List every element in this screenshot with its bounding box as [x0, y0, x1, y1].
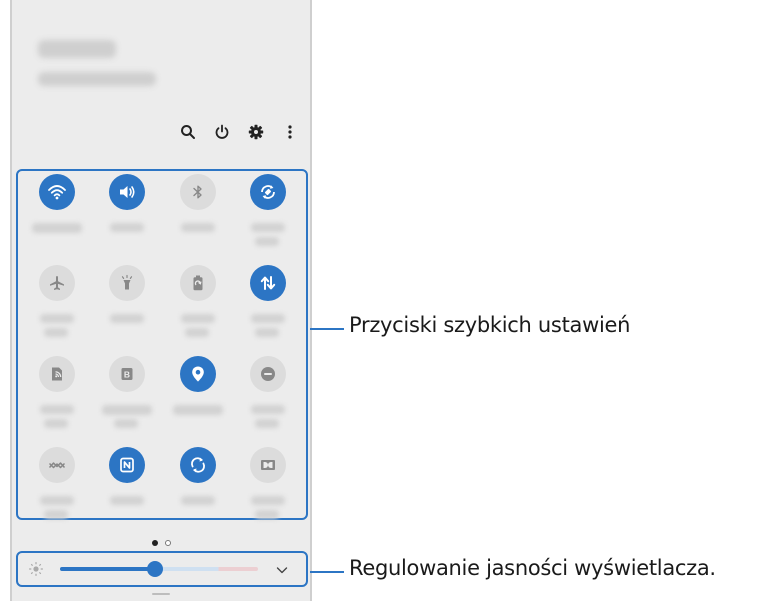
- data-saver-icon[interactable]: [39, 447, 75, 483]
- more-vert-icon[interactable]: [278, 120, 302, 144]
- power-saving-icon[interactable]: [180, 265, 216, 301]
- power-icon[interactable]: [210, 120, 234, 144]
- svg-text:B: B: [124, 370, 130, 380]
- sun-icon: [28, 561, 44, 577]
- do-not-disturb-icon[interactable]: [250, 356, 286, 392]
- callout-quick-buttons: Przyciski szybkich ustawień: [349, 313, 631, 337]
- flashlight-icon[interactable]: [109, 265, 145, 301]
- sync-icon[interactable]: [180, 447, 216, 483]
- wifi-icon[interactable]: [39, 174, 75, 210]
- search-icon[interactable]: [176, 120, 200, 144]
- mobile-hotspot-icon[interactable]: [39, 356, 75, 392]
- bluetooth-icon[interactable]: [180, 174, 216, 210]
- page-dot-inactive[interactable]: [165, 540, 171, 546]
- chevron-down-icon[interactable]: [274, 562, 290, 578]
- mobile-data-icon[interactable]: [250, 265, 286, 301]
- callout-brightness: Regulowanie jasności wyświetlacza.: [349, 556, 716, 580]
- nfc-icon[interactable]: [109, 447, 145, 483]
- slider-fill: [60, 567, 156, 571]
- top-icon-bar: [172, 118, 312, 146]
- brightness-slider[interactable]: [60, 561, 258, 577]
- navigation-handle[interactable]: [152, 593, 170, 595]
- page-dot-active[interactable]: [152, 540, 158, 546]
- airplane-icon[interactable]: [39, 265, 75, 301]
- slider-thumb[interactable]: [147, 561, 164, 577]
- gear-icon[interactable]: [244, 120, 268, 144]
- callout-line-brightness: [310, 571, 344, 573]
- quick-settings-panel: B: [16, 169, 308, 520]
- volume-icon[interactable]: [109, 174, 145, 210]
- clock-blurred: [38, 40, 116, 58]
- auto-rotate-icon[interactable]: [250, 174, 286, 210]
- callout-line-quick-buttons: [310, 328, 344, 330]
- blue-light-filter-icon[interactable]: B: [109, 356, 145, 392]
- date-blurred: [38, 72, 156, 86]
- brightness-bar: [16, 551, 308, 587]
- page-indicator: [152, 540, 176, 548]
- location-icon[interactable]: [180, 356, 216, 392]
- dolby-atmos-icon[interactable]: [250, 447, 286, 483]
